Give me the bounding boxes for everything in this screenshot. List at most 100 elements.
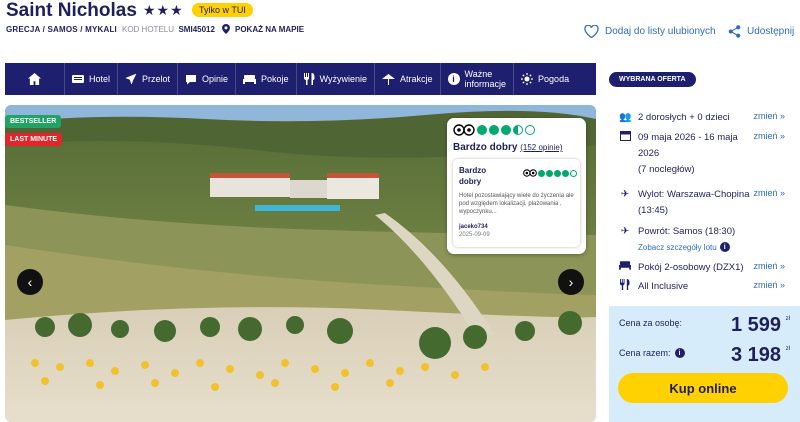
- offer-room: Pokój 2-osobowy (DZX1): [619, 260, 744, 276]
- calendar-icon: [619, 130, 631, 178]
- hotel-code-value: SMI45012: [178, 25, 215, 34]
- offer-dates: 09 maja 2026 - 16 maja 2026 (7 nocległów…: [619, 130, 738, 178]
- nav-rooms[interactable]: Pokoje: [236, 63, 297, 95]
- nav-important-info[interactable]: i Ważne informacje: [441, 63, 515, 95]
- nav-board-label: Wyżywienie: [319, 74, 368, 84]
- info-icon[interactable]: i: [674, 348, 685, 358]
- tripadvisor-owl-icon: [453, 124, 475, 136]
- price-per-person: 1 599: [730, 314, 781, 336]
- review-count-link[interactable]: (152 opinie): [520, 143, 562, 152]
- dates-line2: 2026: [638, 148, 660, 159]
- review-rating-dots: [523, 169, 577, 177]
- plane-arrival-icon: ✈: [620, 226, 630, 237]
- nav-important-info-label: Ważne informacje: [465, 69, 507, 89]
- bed-icon: [243, 75, 257, 84]
- offer-departure: ✈ Wylot: Warszawa-Chopina (13:45): [619, 187, 750, 219]
- rating-dot: [513, 125, 523, 135]
- change-guests-link[interactable]: zmień »: [753, 111, 785, 121]
- show-on-map-link[interactable]: POKAŻ NA MAPIE: [222, 24, 304, 34]
- nav-important-info-line2: informacje: [464, 79, 507, 89]
- share-label: Udostępnij: [747, 26, 795, 37]
- flight-details-label: Zobacz szczegóły lotu: [638, 242, 717, 252]
- nav-rooms-label: Pokoje: [261, 74, 289, 84]
- nav-weather[interactable]: Pogoda: [514, 63, 576, 95]
- nav-weather-label: Pogoda: [538, 74, 570, 84]
- nav-attractions-label: Atrakcje: [400, 74, 433, 84]
- offer-return: ✈ Powrót: Samos (18:30): [619, 224, 735, 240]
- hotel-code-label: KOD HOTELU: [122, 25, 175, 34]
- buy-online-button[interactable]: Kup online: [618, 373, 788, 403]
- nav-reviews[interactable]: Opinie: [178, 63, 237, 95]
- offer-board: All Inclusive: [619, 279, 688, 296]
- home-icon: [28, 73, 41, 85]
- plane-departure-icon: ✈: [620, 189, 630, 200]
- return-value: Powrót: Samos (18:30): [638, 226, 736, 237]
- change-room-link[interactable]: zmień »: [753, 261, 785, 271]
- price-total-label: Cena razem:: [619, 348, 671, 358]
- page-header: Saint Nicholas ★★★ Tylko w TUI GRECJA / …: [0, 0, 800, 60]
- dates-value: 09 maja 2026 - 16 maja 2026 (7 nocległów…: [638, 130, 738, 178]
- exclusive-badge: Tylko w TUI: [192, 3, 253, 17]
- price-total-label-row: Cena razem: i: [619, 348, 685, 358]
- review-snippet[interactable]: Bardzo dobry Hotel pozostawiający wiele …: [453, 159, 580, 247]
- add-to-favorites-label: Dodaj do listy ulubionych: [605, 26, 716, 37]
- gallery-next-button[interactable]: ›: [558, 269, 584, 295]
- change-departure-link[interactable]: zmień »: [753, 188, 785, 198]
- nav-board[interactable]: Wyżywienie: [297, 63, 376, 95]
- guests-value: 2 dorosłych + 0 dzieci: [638, 112, 730, 123]
- attractions-icon: [382, 73, 396, 85]
- bestseller-badge: BESTSELLER: [5, 115, 62, 128]
- price-per-person-currency: zł: [785, 316, 790, 322]
- price-total-currency: zł: [785, 346, 790, 352]
- nav-home[interactable]: [5, 63, 65, 95]
- rating-dot: [538, 169, 545, 177]
- rating-dot: [489, 125, 499, 135]
- nav-flight-label: Przelot: [142, 74, 171, 84]
- price-total: 3 198: [730, 344, 781, 366]
- rating-dot: [546, 169, 553, 177]
- info-icon: i: [447, 73, 460, 85]
- share-icon: [728, 25, 741, 38]
- rating-dot: [501, 125, 511, 135]
- rating-dot: [477, 125, 487, 135]
- cutlery-icon: [303, 73, 315, 85]
- rating-dot: [570, 169, 577, 177]
- breadcrumb[interactable]: GRECJA / SAMOS / MYKALI: [6, 25, 117, 34]
- change-dates-link[interactable]: zmień »: [753, 131, 785, 141]
- nav-flight[interactable]: Przelot: [118, 63, 179, 95]
- chevron-right-icon: ›: [568, 274, 574, 290]
- bed-icon: [619, 260, 631, 276]
- price-box: Cena za osobę: 1 599 zł Cena razem: i 3 …: [609, 306, 800, 422]
- sun-icon: [521, 73, 534, 85]
- review-rating-label: Bardzo dobry: [459, 166, 487, 186]
- selected-offer-header: WYBRANA OFERTA: [609, 72, 696, 87]
- tripadvisor-rating-card[interactable]: Bardzo dobry (152 opinie) Bardzo dobry H…: [447, 118, 586, 254]
- rating-dot: [562, 169, 569, 177]
- offer-guests: 👥 2 dorosłych + 0 dzieci: [619, 110, 730, 126]
- hotel-stars: ★★★: [143, 2, 184, 18]
- flight-details-link[interactable]: Zobacz szczegóły lotu i: [638, 242, 730, 252]
- share-button[interactable]: Udostępnij: [728, 25, 794, 38]
- gallery-prev-button[interactable]: ‹: [17, 269, 43, 295]
- plane-icon: [125, 73, 137, 85]
- cutlery-icon: [619, 279, 631, 296]
- comment-icon: [186, 74, 197, 84]
- hotel-name: Saint Nicholas: [6, 0, 137, 21]
- rating-dot: [525, 125, 535, 135]
- board-value: All Inclusive: [638, 281, 689, 292]
- nav-hotel[interactable]: Hotel: [65, 63, 119, 95]
- add-to-favorites-button[interactable]: Dodaj do listy ulubionych: [584, 25, 716, 38]
- nav-reviews-label: Opinie: [202, 74, 229, 84]
- people-icon: 👥: [619, 112, 632, 123]
- change-board-link[interactable]: zmień »: [753, 280, 785, 290]
- departure-value: Wylot: Warszawa-Chopina (13:45): [638, 187, 750, 219]
- chevron-left-icon: ‹: [27, 274, 33, 290]
- rating-summary: Bardzo dobry (152 opinie): [453, 142, 562, 153]
- section-nav: Hotel Przelot Opinie Pokoje Wyżywienie A…: [5, 63, 596, 95]
- tripadvisor-score: [453, 124, 535, 136]
- heart-icon: [584, 25, 599, 38]
- selected-offer-panel: WYBRANA OFERTA 👥 2 dorosłych + 0 dzieci …: [609, 63, 800, 422]
- last-minute-badge: LAST MINUTE: [5, 133, 63, 146]
- nav-attractions[interactable]: Atrakcje: [375, 63, 441, 95]
- room-value: Pokój 2-osobowy (DZX1): [638, 262, 744, 273]
